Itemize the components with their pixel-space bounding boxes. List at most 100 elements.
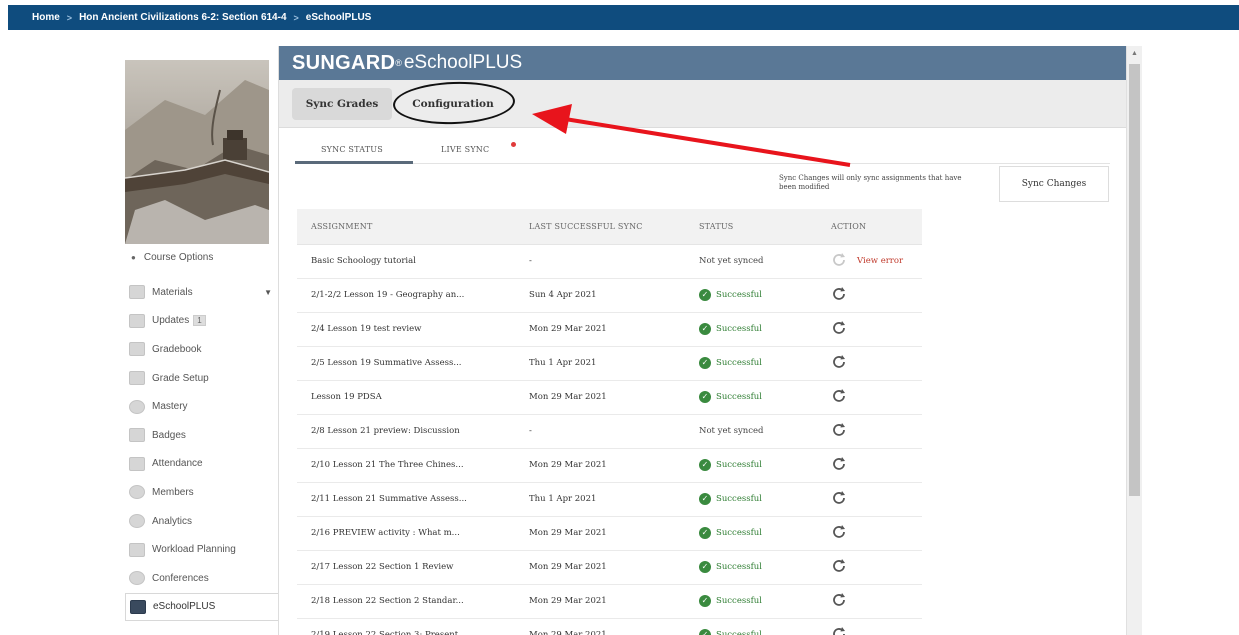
status-text: Successful <box>716 630 762 635</box>
check-circle-icon: ✓ <box>699 527 711 539</box>
cell-last-sync: Mon 29 Mar 2021 <box>515 550 685 585</box>
analytics-icon <box>129 514 145 529</box>
cell-assignment[interactable]: 2/8 Lesson 21 preview: Discussion <box>297 414 515 449</box>
active-subtab-indicator <box>295 161 413 164</box>
sungard-logo: SUNGARD <box>292 51 396 74</box>
cell-assignment[interactable]: 2/19 Lesson 22 Section 3: Present <box>297 618 515 635</box>
cell-status: ✓ Successful <box>685 550 817 585</box>
sidebar-item-label: Attendance <box>152 458 203 470</box>
cell-assignment[interactable]: 2/1-2/2 Lesson 19 - Geography an... <box>297 278 515 313</box>
cell-action <box>817 346 922 381</box>
sidebar-item-attendance[interactable]: Attendance <box>125 450 278 479</box>
cell-assignment[interactable]: 2/18 Lesson 22 Section 2 Standar... <box>297 584 515 619</box>
status-successful: ✓ Successful <box>699 357 817 369</box>
sync-icon[interactable] <box>831 456 847 475</box>
cell-assignment[interactable]: 2/10 Lesson 21 The Three Chines... <box>297 448 515 483</box>
cell-assignment[interactable]: 2/17 Lesson 22 Section 1 Review <box>297 550 515 585</box>
cell-action <box>817 380 922 415</box>
sidebar-item-label: Workload Planning <box>152 544 236 556</box>
attendance-icon <box>129 456 145 471</box>
course-options-link[interactable]: ● Course Options <box>131 252 213 263</box>
breadcrumb: Home > Hon Ancient Civilizations 6-2: Se… <box>8 5 1239 30</box>
brand-header: SUNGARD ® eSchoolPLUS <box>279 46 1126 80</box>
scrollbar-thumb[interactable] <box>1129 64 1140 496</box>
sidebar-item-badges[interactable]: Badges <box>125 421 278 450</box>
table-row: 2/8 Lesson 21 preview: Discussion - Not ye… <box>297 414 922 449</box>
assignment-sync-table: ASSIGNMENT LAST SUCCESSFUL SYNC STATUS A… <box>297 209 922 635</box>
scroll-up-icon[interactable]: ▲ <box>1131 50 1138 57</box>
sync-icon[interactable] <box>831 490 847 509</box>
header-assignment: ASSIGNMENT <box>297 209 515 245</box>
cell-assignment[interactable]: 2/4 Lesson 19 test review <box>297 312 515 347</box>
status-text: Successful <box>716 460 762 470</box>
cell-action <box>817 516 922 551</box>
cell-last-sync: Mon 29 Mar 2021 <box>515 448 685 483</box>
table-row: 2/18 Lesson 22 Section 2 Standar... Mon 2… <box>297 584 922 619</box>
cell-status: ✓ Successful <box>685 482 817 517</box>
sync-icon[interactable] <box>831 524 847 543</box>
sync-icon[interactable] <box>831 592 847 611</box>
status-not-synced: Not yet synced <box>699 426 764 436</box>
sync-icon[interactable] <box>831 388 847 407</box>
header-status: STATUS <box>685 209 817 245</box>
cell-action <box>817 618 922 635</box>
cell-last-sync: Mon 29 Mar 2021 <box>515 618 685 635</box>
tab-sync-grades[interactable]: Sync Grades <box>292 88 392 120</box>
cell-assignment[interactable]: 2/11 Lesson 21 Summative Assess... <box>297 482 515 517</box>
table-body: Basic Schoology tutorial - Not yet synced V… <box>297 244 922 635</box>
sidebar-item-conferences[interactable]: Conferences <box>125 564 278 593</box>
sidebar-item-materials[interactable]: Materials ▼ <box>125 278 278 307</box>
cell-action <box>817 448 922 483</box>
sync-icon[interactable] <box>831 252 847 271</box>
sync-changes-button[interactable]: Sync Changes <box>999 166 1109 202</box>
sync-subtabs: SYNC STATUS LIVE SYNC <box>295 136 1110 164</box>
table-row: 2/1-2/2 Lesson 19 - Geography an... Sun 4… <box>297 278 922 313</box>
cell-assignment[interactable]: 2/5 Lesson 19 Summative Assess... <box>297 346 515 381</box>
subtab-sync-status[interactable]: SYNC STATUS <box>321 145 383 154</box>
subtab-live-sync[interactable]: LIVE SYNC <box>441 145 489 154</box>
status-text: Successful <box>716 596 762 606</box>
chevron-down-icon[interactable]: ▼ <box>264 288 272 297</box>
sync-icon[interactable] <box>831 320 847 339</box>
view-error-link[interactable]: View error <box>857 256 903 266</box>
cell-status: ✓ Successful <box>685 584 817 619</box>
sidebar-item-updates[interactable]: Updates 1 <box>125 307 278 336</box>
sync-icon[interactable] <box>831 558 847 577</box>
great-wall-image <box>125 60 269 244</box>
cell-action <box>817 482 922 517</box>
cell-assignment[interactable]: 2/16 PREVIEW activity : What m... <box>297 516 515 551</box>
scrollbar[interactable]: ▲ <box>1126 46 1142 635</box>
registered-mark: ® <box>395 58 402 68</box>
check-circle-icon: ✓ <box>699 289 711 301</box>
course-options-label: Course Options <box>143 252 214 263</box>
workload-icon <box>129 542 145 557</box>
sync-icon[interactable] <box>831 626 847 635</box>
status-text: Successful <box>716 392 762 402</box>
cell-assignment[interactable]: Basic Schoology tutorial <box>297 244 515 279</box>
status-successful: ✓ Successful <box>699 459 817 471</box>
sidebar-item-label: Members <box>152 486 194 498</box>
grade-setup-icon <box>129 371 145 386</box>
sidebar-item-gradebook[interactable]: Gradebook <box>125 335 278 364</box>
sync-icon[interactable] <box>831 286 847 305</box>
members-icon <box>129 485 145 500</box>
sync-icon[interactable] <box>831 422 847 441</box>
sidebar-item-mastery[interactable]: Mastery <box>125 392 278 421</box>
breadcrumb-course[interactable]: Hon Ancient Civilizations 6-2: Section 6… <box>79 12 286 23</box>
status-text: Successful <box>716 494 762 504</box>
table-row: 2/17 Lesson 22 Section 1 Review Mon 29 Ma… <box>297 550 922 585</box>
breadcrumb-eschoolplus[interactable]: eSchoolPLUS <box>306 12 372 23</box>
sidebar-item-members[interactable]: Members <box>125 478 278 507</box>
table-row: 2/5 Lesson 19 Summative Assess... Thu 1 A… <box>297 346 922 381</box>
sidebar-item-analytics[interactable]: Analytics <box>125 507 278 536</box>
sidebar-item-label: Gradebook <box>152 343 202 355</box>
sidebar-item-workload-planning[interactable]: Workload Planning <box>125 535 278 564</box>
cell-assignment[interactable]: Lesson 19 PDSA <box>297 380 515 415</box>
sync-icon[interactable] <box>831 354 847 373</box>
breadcrumb-home[interactable]: Home <box>32 12 60 23</box>
sidebar-item-eschoolplus[interactable]: eSchoolPLUS <box>125 592 278 622</box>
materials-icon <box>129 285 145 300</box>
header-last-sync: LAST SUCCESSFUL SYNC <box>515 209 685 245</box>
sidebar-item-grade-setup[interactable]: Grade Setup <box>125 364 278 393</box>
table-row: 2/11 Lesson 21 Summative Assess... Thu 1 … <box>297 482 922 517</box>
